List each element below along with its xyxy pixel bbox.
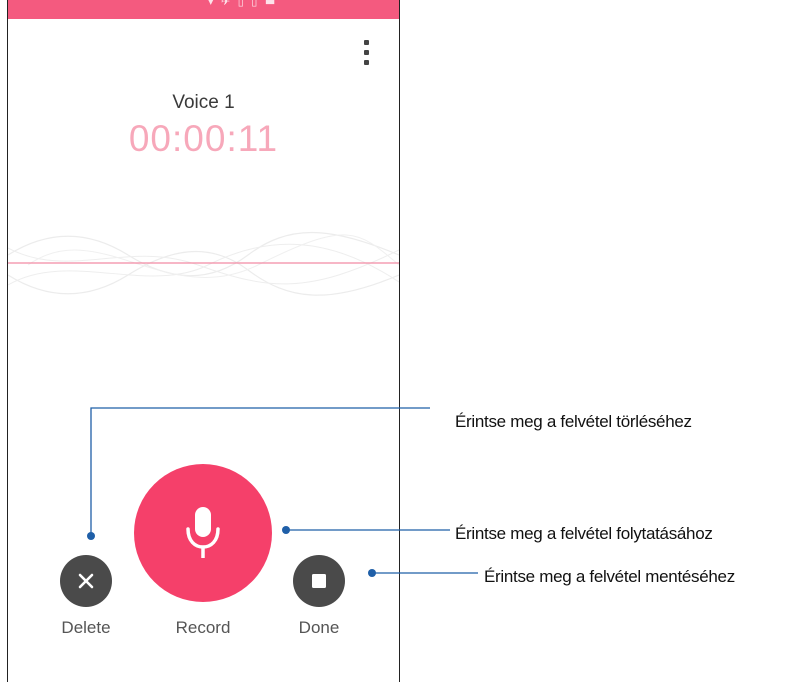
delete-button[interactable] bbox=[60, 555, 112, 607]
status-icons: ▾ ✈ ▯ ▯ ▬ bbox=[208, 0, 278, 8]
callout-delete-text: Érintse meg a felvétel törléséhez bbox=[455, 412, 692, 431]
done-button[interactable] bbox=[293, 555, 345, 607]
recording-timer: 00:00:11 bbox=[128, 118, 279, 159]
stop-icon bbox=[312, 574, 326, 588]
screen: ▾ ✈ ▯ ▯ ▬ Voice 1 00:00:11 Delete Record… bbox=[0, 0, 795, 682]
more-vert-icon[interactable] bbox=[358, 40, 374, 66]
callout-done-text: Érintse meg a felvétel mentéséhez bbox=[484, 567, 735, 586]
callout-record-text: Érintse meg a felvétel folytatásához bbox=[455, 524, 713, 543]
phone-screen: ▾ ✈ ▯ ▯ ▬ Voice 1 00:00:11 Delete Record… bbox=[7, 0, 400, 682]
recording-name: Voice 1 bbox=[172, 92, 235, 113]
record-label: Record bbox=[175, 618, 231, 637]
status-bar: ▾ ✈ ▯ ▯ ▬ bbox=[8, 0, 399, 19]
done-label: Done bbox=[298, 618, 340, 637]
waveform bbox=[8, 232, 399, 296]
microphone-icon bbox=[186, 507, 220, 558]
delete-label: Delete bbox=[61, 618, 111, 637]
record-button[interactable] bbox=[134, 464, 272, 602]
close-icon bbox=[78, 573, 94, 589]
